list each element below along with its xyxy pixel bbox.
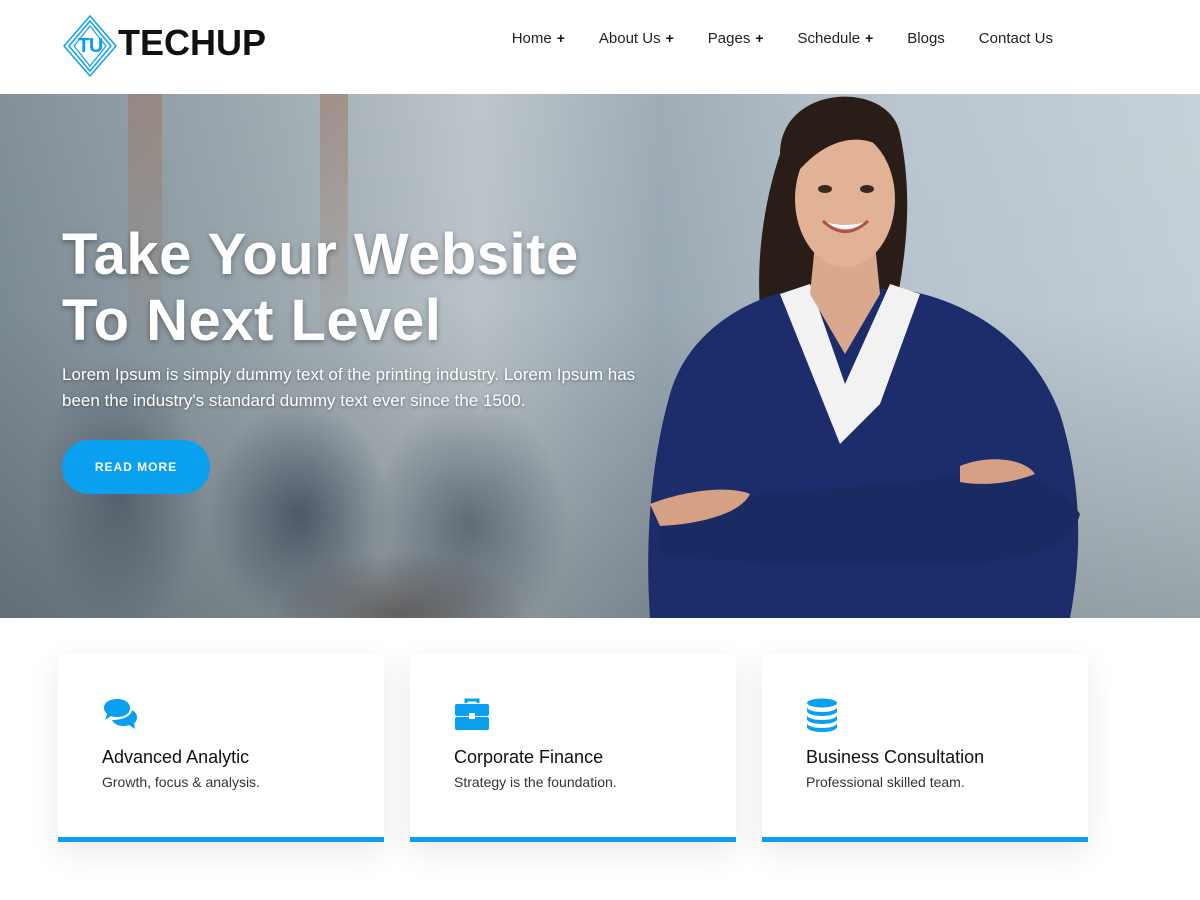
feature-card-advanced-analytic[interactable]: Advanced Analytic Growth, focus & analys… [58, 654, 384, 842]
feature-card-corporate-finance[interactable]: Corporate Finance Strategy is the founda… [410, 654, 736, 842]
nav-label: Blogs [907, 29, 945, 47]
main-nav: Home + About Us + Pages + Schedule + Blo… [512, 28, 1053, 48]
hero-person-image [648, 96, 1080, 618]
hero-title: Take Your Website To Next Level [62, 222, 579, 354]
hero-title-line-2: To Next Level [62, 288, 442, 353]
feature-title: Corporate Finance [454, 747, 604, 767]
chat-bubbles-icon [104, 699, 137, 729]
plus-icon: + [665, 30, 674, 46]
read-more-button[interactable]: READ MORE [62, 440, 210, 494]
nav-label: Schedule [797, 29, 861, 47]
hero-description: Lorem Ipsum is simply dummy text of the … [62, 365, 636, 410]
nav-item-pages[interactable]: Pages + [708, 28, 764, 48]
nav-item-about-us[interactable]: About Us + [599, 28, 674, 48]
site-header: TU TECHUP Home + About Us + Pages + Sche… [0, 0, 1200, 94]
logo-diamond-icon: TU [62, 14, 118, 78]
site-logo[interactable]: TU TECHUP [62, 14, 266, 78]
logo-initials: TU [77, 34, 104, 57]
feature-subtitle: Professional skilled team. [806, 774, 965, 790]
feature-title: Advanced Analytic [102, 747, 250, 767]
database-icon [807, 698, 837, 732]
logo-wordmark: TECHUP [118, 22, 267, 63]
plus-icon: + [755, 30, 764, 46]
feature-subtitle: Strategy is the foundation. [454, 774, 617, 790]
nav-label: Contact Us [978, 29, 1053, 47]
nav-item-blogs[interactable]: Blogs [907, 28, 945, 48]
feature-card-business-consultation[interactable]: Business Consultation Professional skill… [762, 654, 1088, 842]
hero-title-line-1: Take Your Website [62, 222, 579, 287]
nav-item-contact-us[interactable]: Contact Us [979, 28, 1053, 48]
nav-item-schedule[interactable]: Schedule + [798, 28, 874, 48]
feature-subtitle: Growth, focus & analysis. [102, 774, 260, 790]
feature-title: Business Consultation [806, 747, 985, 767]
plus-icon: + [865, 30, 874, 46]
nav-item-home[interactable]: Home + [512, 28, 565, 48]
nav-label: Pages [707, 29, 751, 47]
plus-icon: + [556, 30, 565, 46]
nav-label: Home [511, 29, 552, 47]
briefcase-icon [455, 698, 489, 730]
hero-banner: Take Your Website To Next Level Lorem Ip… [0, 94, 1200, 618]
nav-label: About Us [598, 29, 661, 47]
